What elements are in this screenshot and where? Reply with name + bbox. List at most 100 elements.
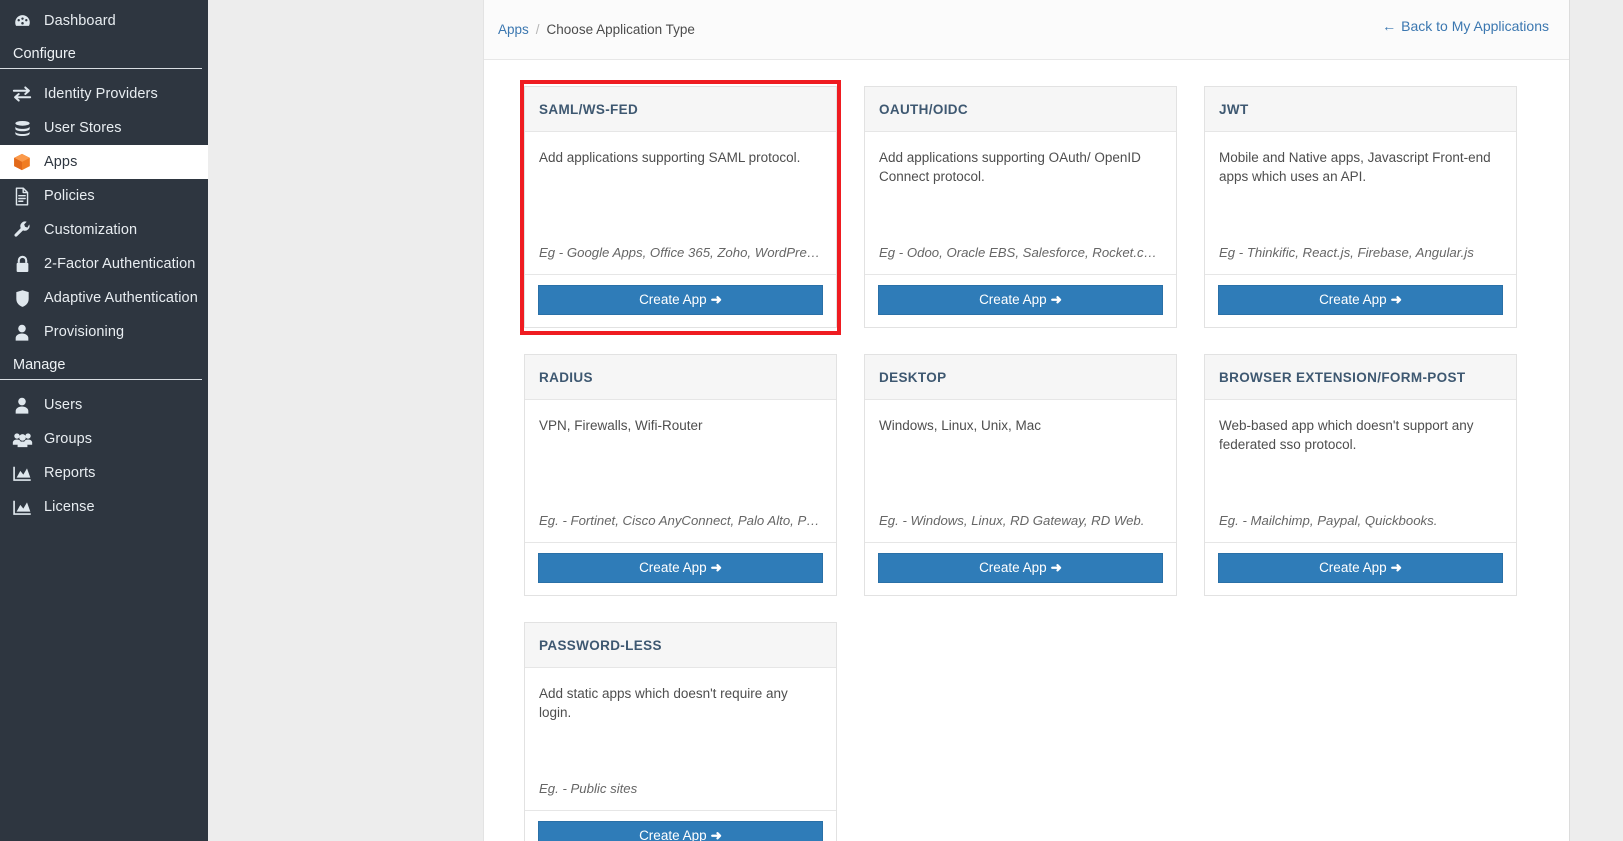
breadcrumb-bar: Apps / Choose Application Type ← Back to… <box>484 0 1569 60</box>
card-footer: Create App ➜ <box>1205 274 1516 327</box>
exchange-arrows-icon <box>9 84 35 104</box>
database-stack-icon <box>9 118 35 138</box>
sidebar-item-license[interactable]: License <box>0 490 208 524</box>
create-app-label: Create App <box>1319 292 1387 307</box>
application-type-grid: SAML/WS-FED Add applications supporting … <box>484 60 1569 841</box>
card-description: Web-based app which doesn't support any … <box>1219 418 1474 452</box>
sidebar-item-users[interactable]: Users <box>0 388 208 422</box>
card-example: Eg - Google Apps, Office 365, Zoho, Word… <box>539 245 821 260</box>
sidebar-item-label: Customization <box>44 222 138 238</box>
content-panel: Apps / Choose Application Type ← Back to… <box>483 0 1570 841</box>
card-description: Add applications supporting OAuth/ OpenI… <box>879 150 1141 184</box>
card-example: Eg. - Mailchimp, Paypal, Quickbooks. <box>1219 513 1438 528</box>
sidebar-item-label: Policies <box>44 188 95 204</box>
card-body: Mobile and Native apps, Javascript Front… <box>1205 132 1516 274</box>
app-type-card[interactable]: PASSWORD-LESS Add static apps which does… <box>524 622 837 841</box>
card-example: Eg - Thinkific, React.js, Firebase, Angu… <box>1219 245 1474 260</box>
card-description: Add applications supporting SAML protoco… <box>539 150 801 165</box>
card-slot-desktop: DESKTOP Windows, Linux, Unix, Mac Eg. - … <box>864 354 1177 596</box>
app-type-card[interactable]: RADIUS VPN, Firewalls, Wifi-Router Eg. -… <box>524 354 837 596</box>
application-root: Dashboard Configure Identity Providers U… <box>0 0 1623 841</box>
card-slot-saml-ws-fed: SAML/WS-FED Add applications supporting … <box>520 80 841 335</box>
arrow-right-icon: ➜ <box>710 828 722 841</box>
sidebar-item-dashboard[interactable]: Dashboard <box>0 4 208 38</box>
back-to-my-applications-link[interactable]: ← Back to My Applications <box>1382 18 1549 34</box>
sidebar-item-adaptive-authentication[interactable]: Adaptive Authentication <box>0 281 208 315</box>
card-title: DESKTOP <box>865 355 1176 400</box>
sidebar-navigation: Dashboard Configure Identity Providers U… <box>0 0 208 841</box>
card-example: Eg. - Fortinet, Cisco AnyConnect, Palo A… <box>539 513 821 528</box>
app-type-card[interactable]: OAUTH/OIDC Add applications supporting O… <box>864 86 1177 328</box>
sidebar-item-provisioning[interactable]: Provisioning <box>0 315 208 349</box>
sidebar-item-label: Adaptive Authentication <box>44 290 198 306</box>
create-app-button[interactable]: Create App ➜ <box>538 821 823 841</box>
chart-area-icon <box>9 497 35 517</box>
sidebar-item-groups[interactable]: Groups <box>0 422 208 456</box>
card-body: VPN, Firewalls, Wifi-Router Eg. - Fortin… <box>525 400 836 542</box>
sidebar-item-customization[interactable]: Customization <box>0 213 208 247</box>
app-type-card[interactable]: BROWSER EXTENSION/FORM-POST Web-based ap… <box>1204 354 1517 596</box>
sidebar-section-label: Configure <box>13 46 76 62</box>
card-footer: Create App ➜ <box>865 274 1176 327</box>
create-app-button[interactable]: Create App ➜ <box>878 285 1163 315</box>
sidebar-item-label: Groups <box>44 431 93 447</box>
sidebar-item-user-stores[interactable]: User Stores <box>0 111 208 145</box>
right-gutter <box>1571 0 1623 841</box>
create-app-button[interactable]: Create App ➜ <box>538 285 823 315</box>
card-title: PASSWORD-LESS <box>525 623 836 668</box>
shield-icon <box>9 288 35 308</box>
card-slot-password-less: PASSWORD-LESS Add static apps which does… <box>524 622 837 841</box>
sidebar-item-reports[interactable]: Reports <box>0 456 208 490</box>
card-example: Eg. - Windows, Linux, RD Gateway, RD Web… <box>879 513 1145 528</box>
create-app-button[interactable]: Create App ➜ <box>1218 285 1503 315</box>
sidebar-item-identity-providers[interactable]: Identity Providers <box>0 77 208 111</box>
app-type-card[interactable]: SAML/WS-FED Add applications supporting … <box>524 86 837 328</box>
card-title: RADIUS <box>525 355 836 400</box>
create-app-button[interactable]: Create App ➜ <box>878 553 1163 583</box>
sidebar-item-2-factor-authentication[interactable]: 2-Factor Authentication <box>0 247 208 281</box>
sidebar-item-apps[interactable]: Apps <box>0 145 208 179</box>
lock-icon <box>9 254 35 274</box>
card-footer: Create App ➜ <box>865 542 1176 595</box>
arrow-left-icon: ← <box>1382 18 1397 34</box>
card-description: Mobile and Native apps, Javascript Front… <box>1219 150 1491 184</box>
create-app-button[interactable]: Create App ➜ <box>538 553 823 583</box>
sidebar-item-label: License <box>44 499 95 515</box>
card-body: Add static apps which doesn't require an… <box>525 668 836 810</box>
card-title: OAUTH/OIDC <box>865 87 1176 132</box>
card-body: Add applications supporting SAML protoco… <box>525 132 836 274</box>
arrow-right-icon: ➜ <box>1050 292 1062 307</box>
card-description: Add static apps which doesn't require an… <box>539 686 788 720</box>
create-app-label: Create App <box>1319 560 1387 575</box>
arrow-right-icon: ➜ <box>710 560 722 575</box>
sidebar-item-label: Identity Providers <box>44 86 158 102</box>
sidebar-item-policies[interactable]: Policies <box>0 179 208 213</box>
sidebar-item-label: Provisioning <box>44 324 125 340</box>
app-type-card[interactable]: DESKTOP Windows, Linux, Unix, Mac Eg. - … <box>864 354 1177 596</box>
document-icon <box>9 186 35 206</box>
card-body: Windows, Linux, Unix, Mac Eg. - Windows,… <box>865 400 1176 542</box>
sidebar-item-label: Users <box>44 397 83 413</box>
card-slot-radius: RADIUS VPN, Firewalls, Wifi-Router Eg. -… <box>524 354 837 596</box>
card-slot-oauth-oidc: OAUTH/OIDC Add applications supporting O… <box>864 86 1177 328</box>
chart-area-icon <box>9 463 35 483</box>
arrow-right-icon: ➜ <box>1050 560 1062 575</box>
arrow-right-icon: ➜ <box>1390 560 1402 575</box>
back-link-label: Back to My Applications <box>1401 18 1549 34</box>
card-description: Windows, Linux, Unix, Mac <box>879 418 1042 433</box>
orange-cube-icon <box>9 152 35 172</box>
create-app-button[interactable]: Create App ➜ <box>1218 553 1503 583</box>
sidebar-section-configure: Configure <box>0 38 208 69</box>
breadcrumb-current: Choose Application Type <box>546 22 695 37</box>
card-title: BROWSER EXTENSION/FORM-POST <box>1205 355 1516 400</box>
card-body: Add applications supporting OAuth/ OpenI… <box>865 132 1176 274</box>
wrench-icon <box>9 220 35 240</box>
sidebar-section-manage: Manage <box>0 349 208 380</box>
arrow-right-icon: ➜ <box>710 292 722 307</box>
card-example: Eg. - Public sites <box>539 781 638 796</box>
card-example: Eg - Odoo, Oracle EBS, Salesforce, Rocke… <box>879 245 1161 260</box>
create-app-label: Create App <box>979 292 1047 307</box>
app-type-card[interactable]: JWT Mobile and Native apps, Javascript F… <box>1204 86 1517 328</box>
breadcrumb-root-link[interactable]: Apps <box>498 22 529 37</box>
sidebar-item-label: Dashboard <box>44 13 116 29</box>
